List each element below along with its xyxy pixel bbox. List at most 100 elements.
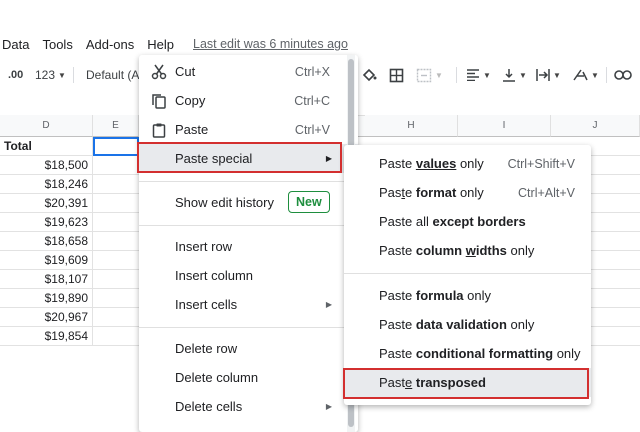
submenu-item-paste-data-validation[interactable]: Paste data validation only [344, 310, 591, 339]
paste-special-submenu: Paste values only Ctrl+Shift+V Paste for… [344, 145, 591, 405]
toolbar-divider [606, 67, 607, 83]
number-format-dropdown[interactable]: 123 ▼ [35, 62, 66, 88]
label-part: conditional formatting [415, 346, 554, 361]
cell-value[interactable]: $19,623 [0, 213, 93, 232]
menu-bar: Data Tools Add-ons Help Last edit was 6 … [0, 32, 348, 56]
chevron-down-icon: ▼ [483, 70, 491, 80]
decimal-button[interactable]: .00 [8, 62, 23, 88]
vertical-align-icon[interactable]: ▼ [502, 62, 527, 88]
submenu-item-paste-formula-only[interactable]: Paste formula only [344, 281, 591, 310]
submenu-item-paste-conditional-formatting[interactable]: Paste conditional formatting only [344, 339, 591, 368]
label-part: Paste [379, 243, 416, 258]
menu-item-label: Insert row [175, 239, 233, 254]
cell-value[interactable]: $20,391 [0, 194, 93, 213]
paste-transposed-highlight [343, 368, 589, 399]
menu-data[interactable]: Data [2, 37, 29, 52]
decimal-label: .00 [8, 69, 24, 81]
menu-divider [139, 327, 358, 328]
align-left-icon[interactable]: ▼ [466, 62, 491, 88]
label-part: Pas [379, 185, 402, 200]
menu-item-delete-row[interactable]: Delete row [139, 334, 358, 363]
submenu-item-label: Paste format only [379, 185, 484, 200]
menu-tools[interactable]: Tools [42, 37, 72, 52]
menu-item-show-edit-history[interactable]: Show edit history New [139, 188, 358, 217]
menu-item-delete-cells[interactable]: Delete cells ▶ [139, 392, 358, 421]
borders-icon[interactable] [389, 62, 404, 88]
text-wrap-icon[interactable]: ▼ [536, 62, 561, 88]
paste-special-highlight [137, 142, 342, 173]
chevron-down-icon: ▼ [591, 70, 599, 80]
menu-addons[interactable]: Add-ons [86, 37, 134, 52]
submenu-item-label: Paste column widths only [379, 243, 534, 258]
menu-divider [139, 181, 358, 182]
label-part: formula [415, 288, 464, 303]
menu-item-copy[interactable]: Copy Ctrl+C [139, 86, 358, 115]
label-part: e [405, 185, 416, 200]
column-header-h[interactable]: H [365, 115, 458, 137]
cell-value[interactable]: $18,107 [0, 270, 93, 289]
menu-item-insert-row[interactable]: Insert row [139, 232, 358, 261]
shortcut-text: Ctrl+V [294, 122, 330, 137]
menu-item-insert-cells[interactable]: Insert cells ▶ [139, 290, 358, 319]
label-part: Paste [379, 346, 416, 361]
submenu-item-paste-column-widths[interactable]: Paste column widths only [344, 236, 591, 265]
menu-item-label: Copy [175, 93, 206, 108]
submenu-item-label: Paste formula only [379, 288, 491, 303]
menu-item-label: Paste [175, 122, 209, 137]
cell-value[interactable]: $19,609 [0, 251, 93, 270]
menu-item-paste[interactable]: Paste Ctrl+V [139, 115, 358, 144]
insert-link-icon[interactable] [614, 62, 632, 88]
label-part: only [456, 185, 484, 200]
submenu-item-label: Paste values only [379, 156, 484, 171]
label-part: values [415, 156, 457, 171]
menu-item-insert-column[interactable]: Insert column [139, 261, 358, 290]
column-header-d[interactable]: D [0, 115, 93, 137]
number-format-label: 123 [35, 68, 56, 82]
label-part: data validation [415, 317, 507, 332]
submenu-item-paste-format-only[interactable]: Paste format only Ctrl+Alt+V [344, 178, 591, 207]
label-part: only [456, 156, 484, 171]
label-part: Paste [379, 317, 416, 332]
clipboard-icon [150, 121, 168, 139]
copy-icon [150, 92, 168, 110]
cell-value[interactable]: $18,246 [0, 175, 93, 194]
shortcut-text: Ctrl+Shift+V [507, 156, 575, 171]
merge-cells-icon[interactable]: ▼ [416, 62, 443, 88]
label-part: except borders [432, 214, 526, 229]
shortcut-text: Ctrl+C [294, 93, 330, 108]
selected-cell[interactable] [93, 137, 139, 156]
submenu-item-label: Paste data validation only [379, 317, 534, 332]
menu-item-label: Delete row [175, 341, 238, 356]
column-header-i[interactable]: I [458, 115, 551, 137]
label-part: Paste [379, 288, 416, 303]
cell-d-header[interactable]: Total [0, 137, 93, 156]
submenu-item-label: Paste all except borders [379, 214, 526, 229]
font-dropdown[interactable]: Default (Ari [86, 62, 146, 88]
submenu-item-paste-values-only[interactable]: Paste values only Ctrl+Shift+V [344, 149, 591, 178]
submenu-item-label: Paste conditional formatting only [379, 346, 581, 361]
label-part: column [415, 243, 466, 258]
menu-item-delete-column[interactable]: Delete column [139, 363, 358, 392]
label-part: idths [475, 243, 507, 258]
label-part: only [506, 243, 535, 258]
cell-value[interactable]: $19,854 [0, 327, 93, 346]
label-part: Paste all [379, 214, 433, 229]
last-edit-link[interactable]: Last edit was 6 minutes ago [193, 37, 348, 51]
menu-item-cut[interactable]: Cut Ctrl+X [139, 57, 358, 86]
menu-help[interactable]: Help [147, 37, 174, 52]
cell-value[interactable]: $20,967 [0, 308, 93, 327]
text-rotation-icon[interactable]: ▼ [572, 62, 599, 88]
cell-value[interactable]: $18,658 [0, 232, 93, 251]
column-header-e[interactable]: E [93, 115, 139, 137]
cell-value[interactable]: $19,890 [0, 289, 93, 308]
label-part: only [553, 346, 581, 361]
cell-value[interactable]: $18,500 [0, 156, 93, 175]
menu-item-label: Delete column [175, 370, 259, 385]
column-header-j[interactable]: J [551, 115, 640, 137]
fill-color-icon[interactable] [361, 62, 377, 88]
menu-item-label: Insert column [175, 268, 254, 283]
label-part: only [506, 317, 535, 332]
menu-item-label: Cut [175, 64, 196, 79]
label-part: format [415, 185, 457, 200]
submenu-item-paste-all-except-borders[interactable]: Paste all except borders [344, 207, 591, 236]
